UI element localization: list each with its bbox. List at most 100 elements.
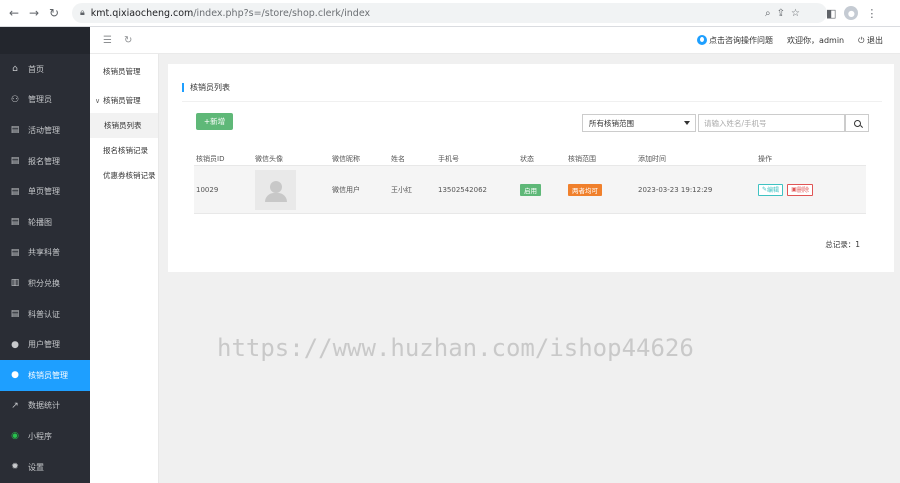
sidebar-item-label: 小程序 [28, 431, 52, 441]
admin-icon: ⚇ [10, 94, 20, 105]
reload-icon[interactable]: ↻ [44, 3, 64, 23]
back-arrow-icon[interactable]: ← [4, 3, 24, 23]
status-badge: 启用 [520, 183, 541, 196]
share-icon[interactable]: ⇪ [777, 8, 785, 19]
submenu-item-coupon-records[interactable]: 优惠券核销记录 [90, 163, 158, 188]
sidebar-item-registration[interactable]: ▤ 报名管理 [0, 146, 90, 177]
main-content: 核销员列表 +新增 所有核销范围 核销员ID 微信头像 微信昵称 姓名 手机号 … [159, 54, 900, 483]
clerk-table: 核销员ID 微信头像 微信昵称 姓名 手机号 状态 核销范围 添加时间 操作 1… [194, 153, 866, 214]
header-phone: 手机号 [438, 155, 459, 163]
logout-label: 退出 [867, 35, 883, 45]
forward-arrow-icon[interactable]: → [24, 3, 44, 23]
sidebar-item-label: 科普认证 [28, 309, 60, 319]
gear-icon: ✹ [11, 462, 19, 473]
chart-icon: ↗ [11, 400, 19, 411]
home-icon: ⌂ [12, 64, 18, 75]
cell-phone: 13502542062 [438, 185, 487, 194]
sidepanel-icon[interactable]: ◧ [826, 7, 836, 20]
avatar [255, 169, 296, 210]
sidebar-item-label: 轮播图 [28, 217, 52, 227]
sidebar-item-users[interactable]: ● 用户管理 [0, 329, 90, 360]
power-icon: ⏻ [858, 35, 865, 45]
cell-status: 启用 [520, 183, 568, 196]
header-time: 添加时间 [638, 155, 666, 163]
help-link[interactable]: 点击咨询操作问题 [697, 35, 773, 46]
sidebar-item-label: 管理员 [28, 95, 52, 105]
sidebar-item-miniprogram[interactable]: ◉ 小程序 [0, 421, 90, 452]
lock-icon: 🔒︎ [80, 8, 85, 18]
zoom-icon[interactable]: ⌕ [765, 8, 771, 19]
submenu-group-clerks[interactable]: ∨ 核销员管理 [90, 88, 158, 113]
address-bar[interactable]: 🔒︎ kmt.qixiaocheng.com/index.php?s=/stor… [72, 3, 827, 23]
profile-avatar-icon[interactable]: ● [844, 6, 859, 20]
sidebar-item-carousel[interactable]: ▤ 轮播图 [0, 207, 90, 238]
menu-dots-icon[interactable]: ⋮ [866, 7, 877, 20]
help-link-label: 点击咨询操作问题 [709, 35, 774, 45]
watermark-text: https://www.huzhan.com/ishop44626 [217, 334, 694, 362]
header-nickname: 微信昵称 [332, 155, 360, 163]
sidebar-item-admin[interactable]: ⚇ 管理员 [0, 85, 90, 116]
user-icon: ● [11, 370, 19, 381]
submenu-title: 核销员管理 [103, 66, 141, 76]
sidebar-item-points[interactable]: ▥ 积分兑换 [0, 268, 90, 299]
cell-range: 两者均可 [568, 183, 638, 196]
user-icon: ● [11, 339, 19, 350]
bookmark-star-icon[interactable]: ☆ [791, 8, 800, 19]
refresh-icon[interactable]: ↻ [124, 35, 132, 46]
add-clerk-button[interactable]: + 新增 [196, 113, 233, 130]
library-icon: ▥ [10, 278, 20, 289]
range-filter-select[interactable]: 所有核销范围 [582, 114, 696, 132]
sidebar-item-label: 设置 [28, 462, 44, 472]
submenu-item-registration-records[interactable]: 报名核销记录 [90, 138, 158, 163]
header-name: 姓名 [391, 155, 405, 163]
divider [182, 101, 882, 102]
submenu-group-label: 核销员管理 [103, 96, 141, 105]
url-text: kmt.qixiaocheng.com/index.php?s=/store/s… [90, 7, 371, 19]
chevron-down-icon: ∨ [95, 96, 101, 105]
miniprogram-icon: ◉ [11, 431, 19, 442]
range-badge: 两者均可 [568, 183, 602, 196]
header-status: 状态 [520, 155, 534, 163]
logout-button[interactable]: ⏻ 退出 [858, 35, 883, 46]
cell-time: 2023-03-23 19:12:29 [638, 185, 713, 194]
search-button[interactable] [845, 114, 869, 132]
select-value: 所有核销范围 [589, 118, 634, 128]
add-button-label: 新增 [210, 117, 226, 126]
sidebar-item-clerks[interactable]: ● 核销员管理 [0, 359, 90, 391]
sidebar-item-label: 核销员管理 [28, 370, 68, 380]
qq-icon [697, 35, 708, 45]
clerk-list-panel: 核销员列表 +新增 所有核销范围 核销员ID 微信头像 微信昵称 姓名 手机号 … [168, 64, 894, 272]
sidebar-item-home[interactable]: ⌂ 首页 [0, 54, 90, 85]
sidebar-logo-area [0, 27, 90, 54]
sidebar-item-single-page[interactable]: ▤ 单页管理 [0, 176, 90, 207]
sidebar-item-label: 用户管理 [28, 340, 60, 350]
page-icon: ▤ [10, 186, 20, 197]
table-row: 10029 微信用户 王小红 13502542062 启用 两者均可 2023-… [194, 166, 866, 214]
document-icon: ▤ [10, 247, 20, 258]
sidebar-item-label: 报名管理 [28, 156, 60, 166]
sidebar: ⌂ 首页 ⚇ 管理员 ▤ 活动管理 ▤ 报名管理 ▤ 单页管理 ▤ 轮播图 ▤ 共享科普 ▥ 积… [0, 27, 90, 483]
sidebar-item-label: 活动管理 [28, 125, 60, 135]
collapse-menu-icon[interactable]: ☰ [103, 35, 112, 46]
clipboard-icon: ▤ [10, 217, 20, 228]
delete-button[interactable]: ▣ 删除 [787, 183, 813, 196]
cell-avatar [255, 169, 332, 210]
delete-label: 删除 [796, 187, 809, 194]
sidebar-item-certification[interactable]: ▤ 科普认证 [0, 299, 90, 330]
edit-label: 编辑 [767, 187, 780, 194]
sidebar-item-shared-science[interactable]: ▤ 共享科普 [0, 238, 90, 269]
sidebar-item-activity[interactable]: ▤ 活动管理 [0, 115, 90, 146]
sidebar-item-label: 单页管理 [28, 187, 60, 197]
sidebar-item-label: 首页 [28, 64, 44, 74]
sidebar-item-statistics[interactable]: ↗ 数据统计 [0, 391, 90, 422]
header-range: 核销范围 [568, 155, 596, 163]
sidebar-item-settings[interactable]: ✹ 设置 [0, 452, 90, 483]
search-input[interactable] [698, 114, 845, 132]
document-icon: ▤ [10, 125, 20, 136]
clipboard-icon: ▤ [10, 156, 20, 167]
submenu-item-clerk-list[interactable]: 核销员列表 [90, 113, 158, 138]
certificate-icon: ▤ [10, 309, 20, 320]
header-actions: 操作 [758, 155, 772, 163]
cell-actions: ✎ 编辑 ▣ 删除 [758, 183, 866, 196]
edit-button[interactable]: ✎ 编辑 [758, 183, 784, 196]
